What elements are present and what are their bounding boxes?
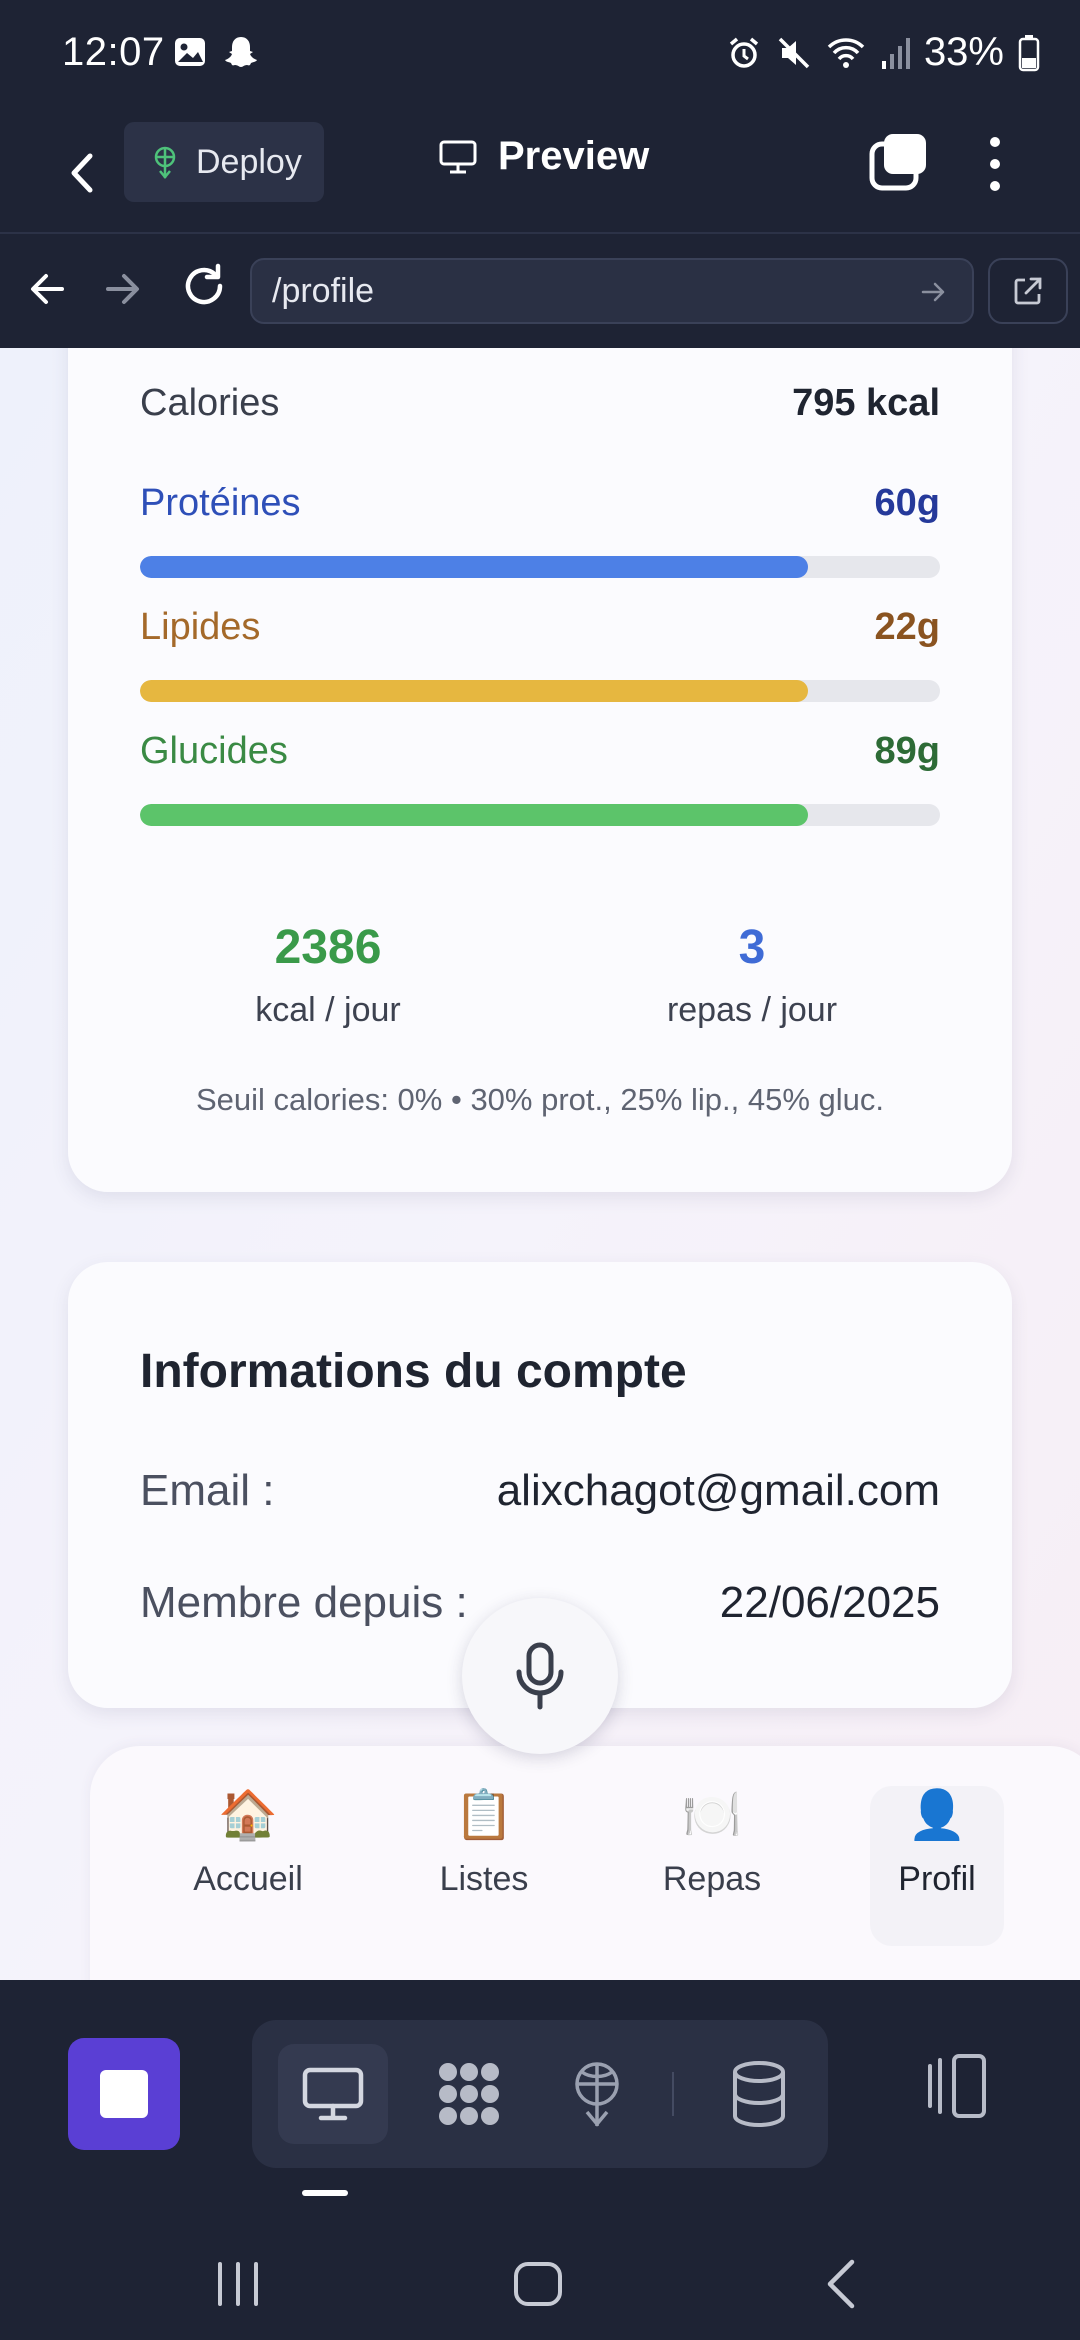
house-icon: 🏠 (218, 1789, 278, 1842)
daily-kcal-value: 2386 (274, 921, 382, 974)
daily-kcal-unit: kcal / jour (255, 991, 401, 1029)
macro-value: 89g (874, 730, 940, 772)
macro-label: Lipides (140, 606, 261, 648)
back-arrow-icon[interactable] (56, 138, 112, 208)
apps-grid-icon (439, 2063, 499, 2125)
database-tool[interactable] (704, 2044, 814, 2144)
system-navigation-bar (0, 2216, 1080, 2340)
nav-label: Listes (439, 1860, 529, 1898)
recents-icon[interactable] (208, 2254, 268, 2314)
ide-toolbar (0, 1980, 1080, 2216)
deploy-tool[interactable] (542, 2044, 652, 2144)
nav-label: Profil (898, 1860, 976, 1898)
system-back-icon[interactable] (814, 2254, 874, 2314)
browser-back-icon[interactable] (22, 264, 72, 314)
status-bar: 12:07 33% (0, 0, 1080, 112)
email-row: Email : alixchagot@gmail.com (140, 1466, 940, 1516)
stop-icon (100, 2070, 148, 2118)
account-title: Informations du compte (140, 1345, 687, 1398)
meals-per-day-value: 3 (738, 921, 766, 974)
meals-per-day-stat: 3 repas / jour (602, 920, 902, 1030)
browser-forward-icon[interactable] (98, 264, 148, 314)
carbs-progress-bar (140, 804, 940, 826)
mute-icon (778, 37, 810, 68)
url-input[interactable]: /profile (250, 258, 974, 324)
preview-tool[interactable] (278, 2044, 388, 2144)
clipboard-icon: 📋 (454, 1789, 514, 1842)
macro-row-lipids: Lipides 22g (140, 606, 940, 649)
user-icon: 👤 (907, 1789, 967, 1842)
meals-per-day-unit: repas / jour (666, 991, 838, 1029)
proteins-progress-fill (140, 556, 808, 578)
gallery-icon (175, 38, 205, 66)
open-external-button[interactable] (988, 258, 1068, 324)
email-value: alixchagot@gmail.com (496, 1466, 940, 1515)
lipids-progress-fill (140, 680, 808, 702)
member-since-value: 22/06/2025 (719, 1578, 940, 1627)
nav-item-repas[interactable]: 🍽️ Repas (622, 1786, 802, 1946)
nav-item-listes[interactable]: 📋 Listes (394, 1786, 574, 1946)
external-link-icon (1014, 277, 1042, 305)
device-layout-icon[interactable] (916, 2046, 996, 2126)
nav-item-accueil[interactable]: 🏠 Accueil (158, 1786, 338, 1946)
deploy-icon (154, 146, 176, 179)
macro-label: Protéines (140, 482, 301, 524)
bottom-navigation: 🏠 Accueil 📋 Listes 🍽️ Repas 👤 Profil (90, 1746, 1080, 1980)
wifi-icon (827, 37, 865, 68)
tabs-icon[interactable] (868, 132, 928, 192)
daily-kcal-stat: 2386 kcal / jour (178, 920, 478, 1030)
nav-label: Repas (662, 1860, 762, 1898)
member-since-label: Membre depuis : (140, 1578, 468, 1627)
preview-tab[interactable]: Preview (438, 134, 649, 179)
carbs-progress-fill (140, 804, 808, 826)
snapchat-icon (225, 37, 257, 67)
tool-group (252, 2020, 828, 2168)
home-icon[interactable] (508, 2254, 568, 2314)
monitor-icon (302, 2067, 364, 2121)
notification-icons (172, 34, 260, 70)
calories-row: Calories 795 kcal (140, 382, 940, 425)
url-text: /profile (272, 271, 375, 310)
system-icons: 33% (726, 30, 1040, 75)
battery-percent: 33% (923, 30, 1004, 74)
stop-button[interactable] (68, 2038, 180, 2150)
deploy-button[interactable]: Deploy (124, 122, 324, 202)
deploy-label: Deploy (196, 142, 302, 181)
plate-icon: 🍽️ (682, 1789, 742, 1842)
preview-label: Preview (498, 134, 650, 178)
email-label: Email : (140, 1466, 275, 1515)
more-menu-icon[interactable] (980, 134, 1010, 194)
browser-toolbar: /profile (0, 234, 1080, 348)
monitor-icon (439, 140, 477, 173)
voice-input-button[interactable] (462, 1598, 618, 1754)
web-content: Calories 795 kcal Protéines 60g Lipides … (0, 348, 1080, 1980)
go-arrow-icon[interactable] (918, 276, 950, 308)
macro-row-carbs: Glucides 89g (140, 730, 940, 773)
macro-value: 22g (874, 606, 940, 648)
nav-item-profil[interactable]: 👤 Profil (870, 1786, 1004, 1946)
status-time: 12:07 (62, 30, 165, 74)
macro-value: 60g (874, 482, 940, 524)
nutrition-card: Calories 795 kcal Protéines 60g Lipides … (68, 348, 1012, 1192)
calories-label: Calories (140, 382, 280, 424)
nav-label: Accueil (193, 1860, 303, 1898)
calories-value: 795 kcal (792, 382, 940, 424)
calorie-threshold-text: Seuil calories: 0% • 30% prot., 25% lip.… (195, 1082, 885, 1117)
reload-icon[interactable] (178, 260, 230, 312)
signal-icon (881, 37, 910, 69)
alarm-icon (729, 37, 759, 68)
lipids-progress-bar (140, 680, 940, 702)
macro-row-proteins: Protéines 60g (140, 482, 940, 525)
microphone-icon (516, 1642, 564, 1710)
database-icon (733, 2061, 785, 2128)
toolbar-divider (672, 2072, 674, 2116)
active-tab-indicator (302, 2190, 348, 2196)
proteins-progress-bar (140, 556, 940, 578)
deploy-icon (575, 2062, 619, 2127)
macro-label: Glucides (140, 730, 288, 772)
app-header: Deploy Preview (0, 112, 1080, 234)
battery-icon (1018, 34, 1040, 71)
apps-tool[interactable] (414, 2044, 524, 2144)
